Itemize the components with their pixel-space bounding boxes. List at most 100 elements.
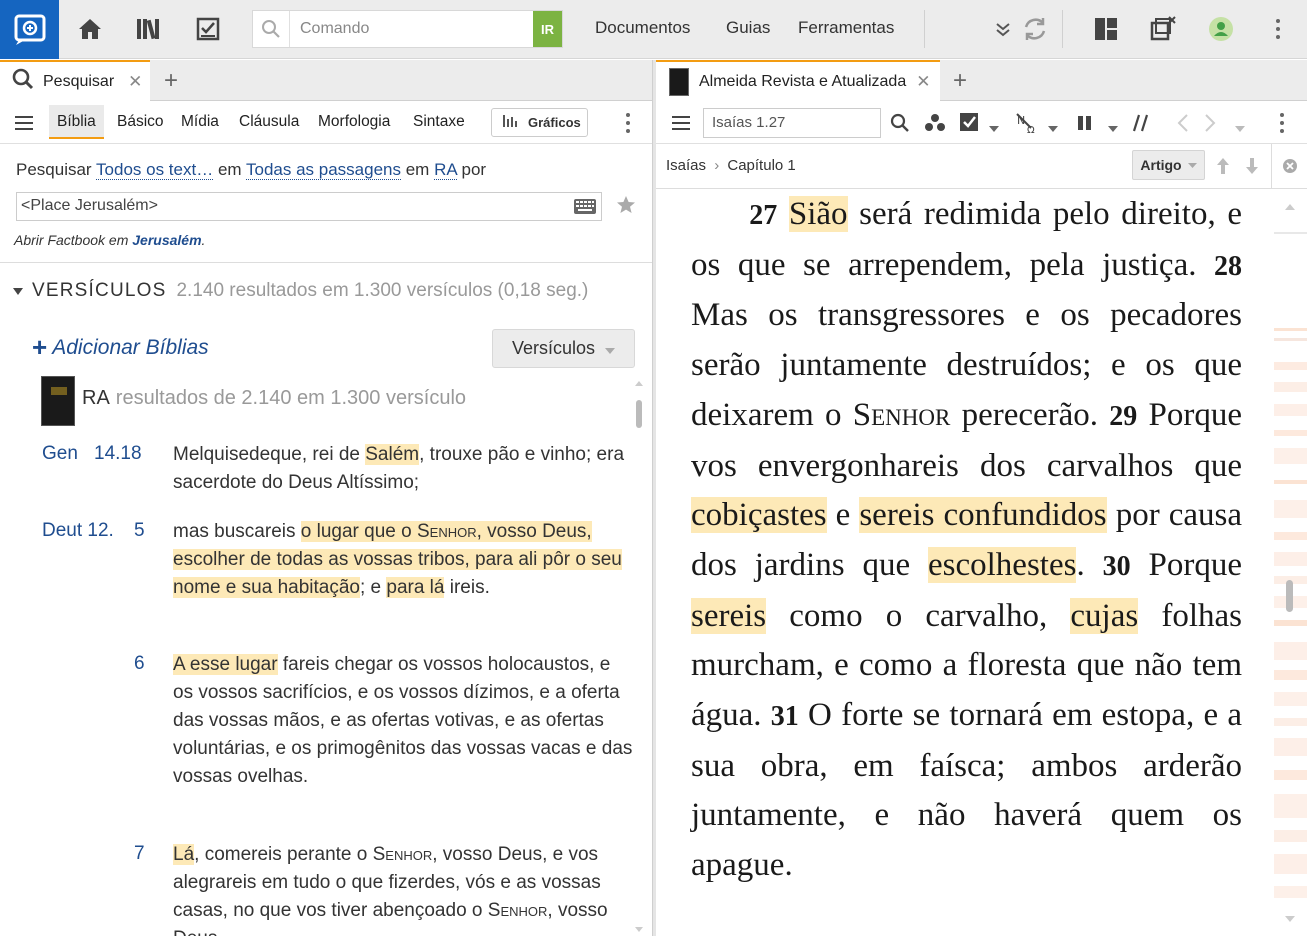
result-ref-verse[interactable]: 5 <box>134 520 145 542</box>
breadcrumb-chapter[interactable]: Capítulo 1 <box>727 157 795 174</box>
reference-input[interactable]: Isaías 1.27 <box>703 108 881 138</box>
factbook-link[interactable]: Abrir Factbook em Jerusalém. <box>14 232 205 248</box>
text-em: em <box>405 160 430 179</box>
tab-pesquisar[interactable]: Pesquisar ✕ <box>0 60 150 101</box>
artigo-dropdown[interactable]: Artigo <box>1132 150 1205 180</box>
chevron-down-icon[interactable] <box>989 119 999 137</box>
svg-text:Ω: Ω <box>1027 125 1035 134</box>
collapse-icon[interactable] <box>12 280 32 301</box>
subtab-biblia[interactable]: Bíblia <box>49 105 104 139</box>
library-icon[interactable] <box>134 14 164 44</box>
back-icon[interactable] <box>1176 113 1190 138</box>
result-ref-book[interactable]: Gen <box>42 443 78 465</box>
close-panels-icon[interactable] <box>1148 14 1178 44</box>
breadcrumb-book[interactable]: Isaías <box>666 157 706 174</box>
chevron-down-icon[interactable] <box>1235 119 1245 137</box>
ra-label: RA <box>82 387 110 409</box>
scope-link[interactable]: Todos os text… <box>96 160 214 180</box>
left-tabbar: Pesquisar ✕ + <box>0 60 652 101</box>
results-summary: 2.140 resultados em 1.300 versículos (0,… <box>176 280 589 301</box>
add-tab-icon[interactable]: + <box>953 67 967 95</box>
kebab-icon[interactable] <box>618 111 638 135</box>
view-dropdown[interactable]: Versículos <box>492 329 635 368</box>
search-description: Pesquisar Todos os text… em Todas as pas… <box>16 160 486 180</box>
app-logo-icon[interactable] <box>0 0 59 59</box>
top-toolbar: IR Documentos Guias Ferramentas <box>0 0 1307 59</box>
parallel-icon[interactable] <box>1132 113 1150 138</box>
result-ref-verse[interactable]: 7 <box>134 843 145 865</box>
results-scrollbar[interactable] <box>633 378 645 936</box>
graficos-button[interactable]: Gráficos <box>491 108 588 137</box>
subtab-basico[interactable]: Básico <box>117 113 164 131</box>
chevron-down-icon[interactable] <box>988 14 1018 44</box>
result-ref-verse[interactable]: 6 <box>134 653 145 675</box>
keyboard-icon[interactable] <box>573 198 597 220</box>
checklist-icon[interactable] <box>193 14 223 44</box>
menu-icon[interactable] <box>672 116 690 130</box>
passages-link[interactable]: Todas as passagens <box>245 160 401 180</box>
command-input[interactable] <box>289 11 533 47</box>
menu-ferramentas[interactable]: Ferramentas <box>798 18 894 38</box>
user-status-icon[interactable] <box>1206 14 1236 44</box>
search-label: Pesquisar <box>16 160 92 179</box>
ir-badge[interactable]: IR <box>533 11 562 47</box>
chevron-down-icon[interactable] <box>1048 119 1058 137</box>
plus-icon: + <box>32 332 48 362</box>
star-icon[interactable] <box>615 194 637 221</box>
svg-text:N: N <box>1017 114 1025 127</box>
divider <box>0 262 652 263</box>
arrow-up-icon[interactable] <box>1216 157 1230 180</box>
view-dropdown-label: Versículos <box>511 338 596 358</box>
home-icon[interactable] <box>75 14 105 44</box>
layout-icon[interactable] <box>1091 14 1121 44</box>
toolbar-divider <box>924 10 925 48</box>
subtab-midia[interactable]: Mídia <box>181 113 219 131</box>
bible-reader-panel: Almeida Revista e Atualizada ✕ + Isaías … <box>656 60 1307 936</box>
add-bibles-link[interactable]: + Adicionar Bíblias <box>32 332 209 363</box>
pause-icon[interactable] <box>1077 115 1093 136</box>
forward-icon[interactable] <box>1203 113 1217 138</box>
right-tabbar: Almeida Revista e Atualizada ✕ + <box>656 60 1307 101</box>
bible-cover-icon <box>669 67 689 96</box>
checklist-icon[interactable] <box>959 112 981 139</box>
result-text: Melquisedeque, rei de Salém, trouxe pão … <box>173 444 625 493</box>
results-title: VERSÍCULOS <box>32 280 167 301</box>
kebab-icon[interactable] <box>1272 111 1292 135</box>
reader-scrollbar[interactable] <box>1274 190 1307 936</box>
subtab-morfologia[interactable]: Morfologia <box>318 113 390 131</box>
menu-icon[interactable] <box>15 116 33 130</box>
factbook-suffix: . <box>201 232 206 248</box>
search-icon[interactable] <box>890 113 910 138</box>
search-query-input[interactable]: <Place Jerusalém> <box>16 192 602 221</box>
tab-label: Pesquisar <box>43 72 115 90</box>
factbook-term[interactable]: Jerusalém <box>132 232 201 248</box>
arrow-down-icon[interactable] <box>1245 157 1259 180</box>
close-circle-icon[interactable] <box>1282 158 1298 179</box>
chevron-down-icon[interactable] <box>1108 119 1118 137</box>
menu-documentos[interactable]: Documentos <box>595 18 690 38</box>
add-tab-icon[interactable]: + <box>164 67 178 95</box>
search-icon <box>261 19 281 44</box>
interlinear-icon[interactable]: NΩ <box>1015 112 1039 139</box>
version-link[interactable]: RA <box>434 160 457 180</box>
search-type-bar: Bíblia Básico Mídia Cláusula Morfologia … <box>0 101 652 144</box>
subtab-clausula[interactable]: Cláusula <box>239 113 299 131</box>
search-panel: Pesquisar ✕ + Bíblia Básico Mídia Cláusu… <box>0 60 653 936</box>
ra-summary: resultados de 2.140 em 1.300 versículo <box>115 387 467 409</box>
bible-cover-icon <box>41 376 75 426</box>
result-ref-chapter[interactable]: 14.18 <box>94 443 142 465</box>
people-icon[interactable] <box>924 113 946 138</box>
results-header[interactable]: VERSÍCULOS 2.140 resultados em 1.300 vers… <box>12 280 588 302</box>
tab-almeida[interactable]: Almeida Revista e Atualizada ✕ <box>656 60 940 101</box>
chart-icon <box>502 113 520 132</box>
subtab-sintaxe[interactable]: Sintaxe <box>413 113 465 131</box>
menu-guias[interactable]: Guias <box>726 18 770 38</box>
close-icon[interactable]: ✕ <box>916 72 930 92</box>
breadcrumb-text: Isaías › Capítulo 1 <box>666 157 796 174</box>
sync-icon[interactable] <box>1020 14 1050 44</box>
tab-label: Almeida Revista e Atualizada <box>699 72 907 90</box>
result-ref-book[interactable]: Deut 12. <box>42 520 114 542</box>
query-text: <Place Jerusalém> <box>21 197 158 214</box>
close-icon[interactable]: ✕ <box>128 72 142 92</box>
kebab-icon[interactable] <box>1268 17 1288 41</box>
